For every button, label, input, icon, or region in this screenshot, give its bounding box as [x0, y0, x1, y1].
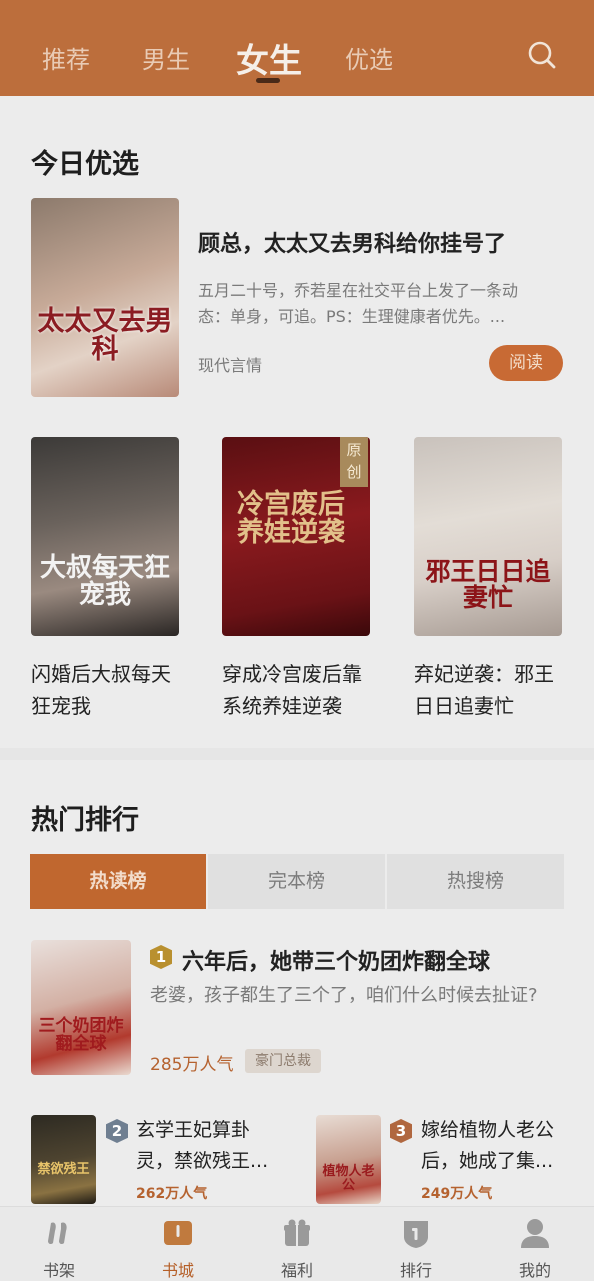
original-badge: 原创	[340, 437, 368, 487]
book-cover-1-text: 大叔每天狂宠我	[39, 553, 170, 611]
nav-ranking[interactable]: 排行	[371, 1207, 461, 1281]
nav-ranking-label: 排行	[399, 1261, 432, 1280]
rank-2-cover-text: 禁欲残王	[37, 1162, 90, 1177]
featured-book-cover[interactable]: 太太又去男科	[31, 198, 179, 397]
bookstore-icon	[164, 1221, 192, 1245]
tab-male[interactable]: 男生	[142, 40, 190, 75]
book-cover-1[interactable]: 大叔每天狂宠我	[31, 437, 179, 636]
tab-hot-search[interactable]: 热搜榜	[387, 854, 564, 909]
nav-profile-label: 我的	[518, 1261, 551, 1280]
today-picks-card	[0, 96, 594, 748]
tab-hot-read[interactable]: 热读榜	[30, 854, 206, 909]
nav-bookstore[interactable]: 书城	[133, 1207, 223, 1281]
book-title-1[interactable]: 闪婚后大叔每天狂宠我	[31, 658, 181, 722]
search-icon[interactable]	[528, 41, 556, 69]
bookshelf-icon	[48, 1222, 67, 1245]
rank-1-description: 老婆，孩子都生了三个了，咱们什么时候去扯证?	[150, 985, 538, 1006]
read-button[interactable]: 阅读	[489, 345, 563, 381]
rank-2-cover[interactable]: 禁欲残王	[31, 1115, 96, 1204]
top-header: 推荐 男生 女生 优选	[0, 0, 594, 96]
featured-book-description: 五月二十号，乔若星在社交平台上发了一条动态：单身，可追。PS：生理健康者优先。.…	[198, 281, 519, 326]
book-cover-3-text: 邪王日日追妻忙	[425, 557, 551, 613]
book-title-2[interactable]: 穿成冷宫废后靠系统养娃逆袭	[222, 658, 372, 722]
featured-book-title[interactable]: 顾总，太太又去男科给你挂号了	[198, 226, 568, 258]
featured-cover-text: 太太又去男科	[37, 306, 173, 366]
rank-3-cover-text: 植物人老公	[322, 1164, 375, 1193]
nav-welfare-label: 福利	[280, 1261, 313, 1280]
book-cover-3[interactable]: 邪王日日追妻忙	[414, 437, 562, 636]
rank-3-title[interactable]: 嫁给植物人老公后，她成了集...	[421, 1115, 571, 1177]
hot-ranking-title: 热门排行	[31, 805, 139, 836]
rank-1-title[interactable]: 六年后，她带三个奶团炸翻全球	[182, 944, 490, 976]
nav-bookshelf-label: 书架	[42, 1261, 75, 1280]
rank-1-cover[interactable]: 三个奶团炸翻全球	[31, 940, 131, 1075]
rank-2-popularity: 262万人气	[136, 1186, 208, 1202]
nav-welfare[interactable]: 福利	[252, 1207, 342, 1281]
ranking-icon	[404, 1221, 428, 1248]
bottom-navigation: 书架 书城 福利 排行 我的	[0, 1206, 594, 1281]
active-tab-indicator	[256, 78, 280, 83]
tab-featured[interactable]: 优选	[345, 40, 393, 75]
rank-3-popularity: 249万人气	[421, 1186, 493, 1202]
rank-1-tag[interactable]: 豪门总裁	[245, 1049, 321, 1073]
rank-3-cover[interactable]: 植物人老公	[316, 1115, 381, 1204]
book-title-3[interactable]: 弃妃逆袭：邪王日日追妻忙	[414, 658, 564, 722]
nav-profile[interactable]: 我的	[490, 1207, 580, 1281]
ranking-tabs: 热读榜 完本榜 热搜榜	[30, 854, 564, 909]
tab-female[interactable]: 女生	[236, 34, 302, 82]
nav-bookstore-label: 书城	[161, 1261, 194, 1280]
nav-bookshelf[interactable]: 书架	[14, 1207, 104, 1281]
rank-2-title[interactable]: 玄学王妃算卦灵，禁欲残王...	[136, 1115, 286, 1177]
rank-1-popularity: 285万人气	[150, 1055, 234, 1075]
featured-book-genre: 现代言情	[198, 356, 263, 375]
gift-icon	[284, 1219, 310, 1246]
today-picks-title: 今日优选	[31, 149, 139, 180]
book-cover-2[interactable]: 原创 冷宫废后养娃逆袭	[222, 437, 370, 636]
book-cover-2-text: 冷宫废后养娃逆袭	[237, 489, 345, 549]
rank-1-cover-text: 三个奶团炸翻全球	[38, 1016, 124, 1054]
tab-recommend[interactable]: 推荐	[42, 40, 90, 75]
profile-icon	[521, 1219, 549, 1248]
tab-completed[interactable]: 完本榜	[208, 854, 385, 909]
